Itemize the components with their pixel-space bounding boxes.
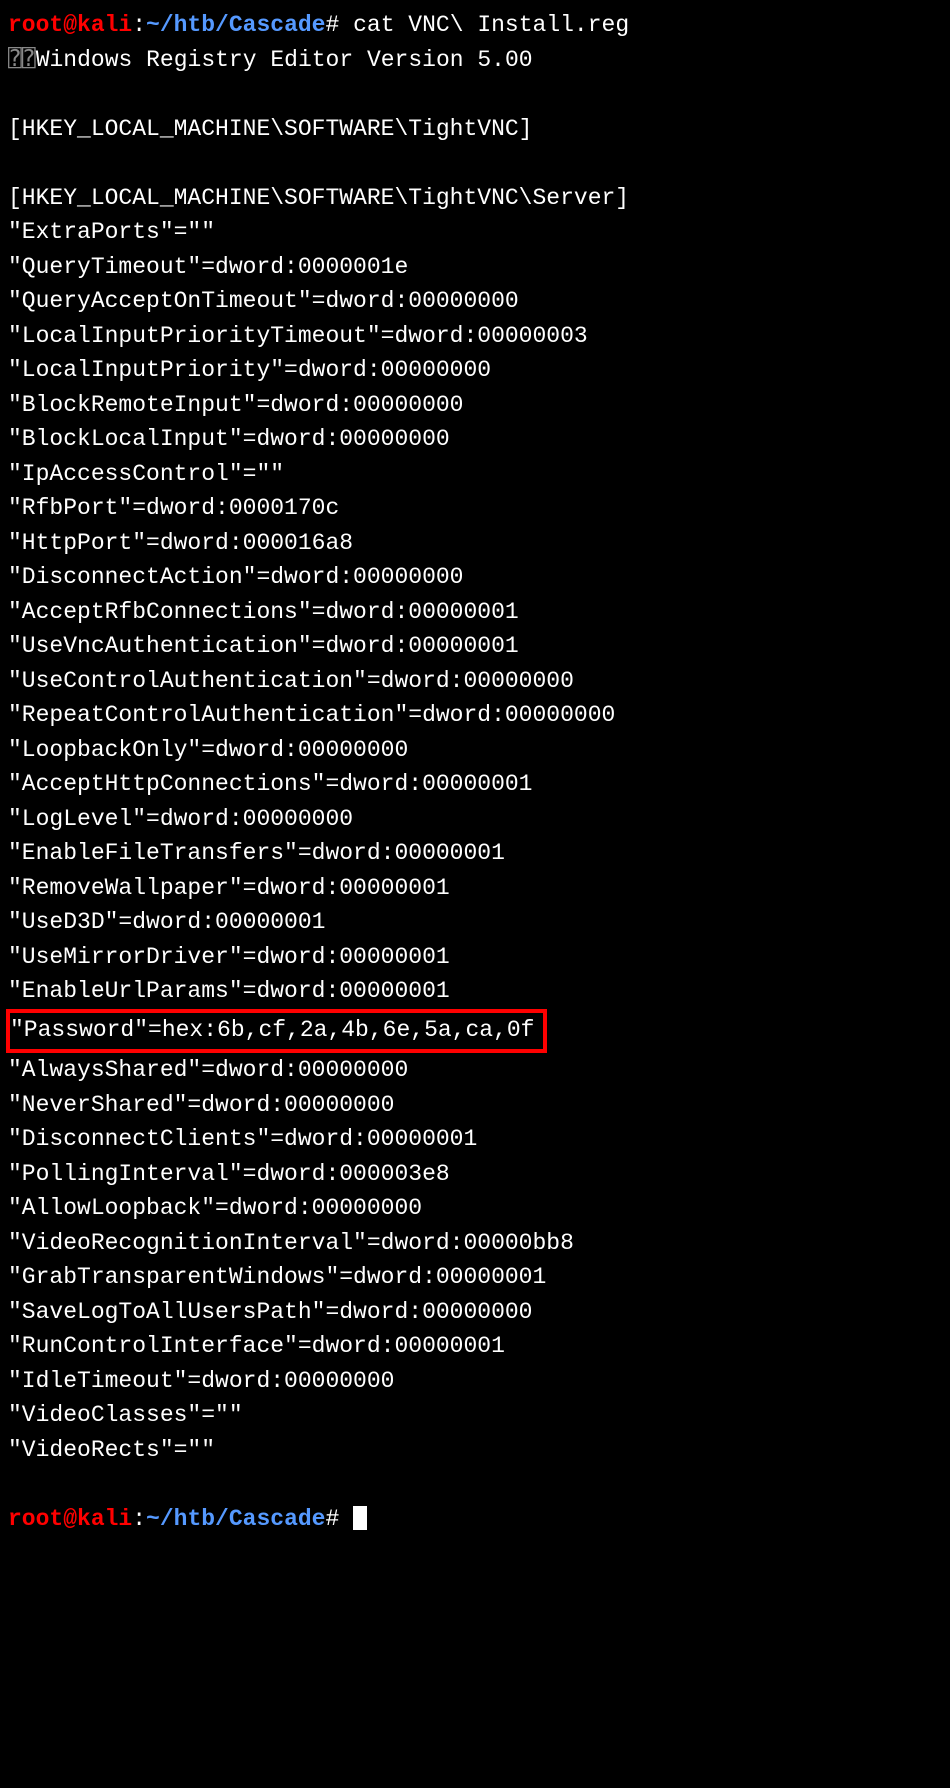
blank-line <box>8 1467 942 1502</box>
output-line: "VideoClasses"="" <box>8 1398 942 1433</box>
blank-line <box>8 77 942 112</box>
output-line: "RfbPort"=dword:0000170c <box>8 491 942 526</box>
output-line: "QueryAcceptOnTimeout"=dword:00000000 <box>8 284 942 319</box>
output-line: "LogLevel"=dword:00000000 <box>8 802 942 837</box>
output-line: "AllowLoopback"=dword:00000000 <box>8 1191 942 1226</box>
output-line: "IpAccessControl"="" <box>8 457 942 492</box>
output-line: [HKEY_LOCAL_MACHINE\SOFTWARE\TightVNC\Se… <box>8 181 942 216</box>
prompt-line-1: root@kali:~/htb/Cascade# cat VNC\ Instal… <box>8 8 942 43</box>
output-line: "BlockLocalInput"=dword:00000000 <box>8 422 942 457</box>
prompt-hash: # <box>325 1506 339 1532</box>
output-line: "DisconnectClients"=dword:00000001 <box>8 1122 942 1157</box>
output-line: "UseMirrorDriver"=dword:00000001 <box>8 940 942 975</box>
garbled-chars: ⍰⍰ <box>8 47 36 73</box>
output-line-0: ⍰⍰Windows Registry Editor Version 5.00 <box>8 43 942 78</box>
command-text: cat VNC\ Install.reg <box>339 12 629 38</box>
output-line: "AcceptHttpConnections"=dword:00000001 <box>8 767 942 802</box>
output-line: "LoopbackOnly"=dword:00000000 <box>8 733 942 768</box>
output-line: "UseControlAuthentication"=dword:0000000… <box>8 664 942 699</box>
output-line: "EnableFileTransfers"=dword:00000001 <box>8 836 942 871</box>
terminal-window[interactable]: root@kali:~/htb/Cascade# cat VNC\ Instal… <box>8 8 942 1536</box>
prompt-colon: : <box>132 1506 146 1532</box>
output-line: "EnableUrlParams"=dword:00000001 <box>8 974 942 1009</box>
output-line: "LocalInputPriority"=dword:00000000 <box>8 353 942 388</box>
output-line: "UseVncAuthentication"=dword:00000001 <box>8 629 942 664</box>
password-highlight-box: "Password"=hex:6b,cf,2a,4b,6e,5a,ca,0f <box>6 1009 547 1054</box>
output-line: "DisconnectAction"=dword:00000000 <box>8 560 942 595</box>
prompt-line-2[interactable]: root@kali:~/htb/Cascade# <box>8 1502 942 1537</box>
output-line: "HttpPort"=dword:000016a8 <box>8 526 942 561</box>
output-line: "NeverShared"=dword:00000000 <box>8 1088 942 1123</box>
output-line: "IdleTimeout"=dword:00000000 <box>8 1364 942 1399</box>
output-line: [HKEY_LOCAL_MACHINE\SOFTWARE\TightVNC] <box>8 112 942 147</box>
output-text: Windows Registry Editor Version 5.00 <box>36 47 533 73</box>
prompt-path: ~/htb/Cascade <box>146 12 325 38</box>
output-line: "RepeatControlAuthentication"=dword:0000… <box>8 698 942 733</box>
output-line: "UseD3D"=dword:00000001 <box>8 905 942 940</box>
output-line: "LocalInputPriorityTimeout"=dword:000000… <box>8 319 942 354</box>
output-line: "AcceptRfbConnections"=dword:00000001 <box>8 595 942 630</box>
output-line: "AlwaysShared"=dword:00000000 <box>8 1053 942 1088</box>
prompt-colon: : <box>132 12 146 38</box>
output-line: "RunControlInterface"=dword:00000001 <box>8 1329 942 1364</box>
cursor-icon <box>353 1506 367 1530</box>
highlighted-password-line: "Password"=hex:6b,cf,2a,4b,6e,5a,ca,0f <box>8 1009 942 1054</box>
output-line: "QueryTimeout"=dword:0000001e <box>8 250 942 285</box>
output-line: "PollingInterval"=dword:000003e8 <box>8 1157 942 1192</box>
prompt-path: ~/htb/Cascade <box>146 1506 325 1532</box>
output-line: "VideoRects"="" <box>8 1433 942 1468</box>
prompt-hash: # <box>325 12 339 38</box>
output-line: "VideoRecognitionInterval"=dword:00000bb… <box>8 1226 942 1261</box>
output-line: "BlockRemoteInput"=dword:00000000 <box>8 388 942 423</box>
output-line: "RemoveWallpaper"=dword:00000001 <box>8 871 942 906</box>
prompt-user: root@kali <box>8 12 132 38</box>
output-line: "SaveLogToAllUsersPath"=dword:00000000 <box>8 1295 942 1330</box>
output-line: "ExtraPorts"="" <box>8 215 942 250</box>
blank-line <box>8 146 942 181</box>
prompt-user: root@kali <box>8 1506 132 1532</box>
output-line: "GrabTransparentWindows"=dword:00000001 <box>8 1260 942 1295</box>
